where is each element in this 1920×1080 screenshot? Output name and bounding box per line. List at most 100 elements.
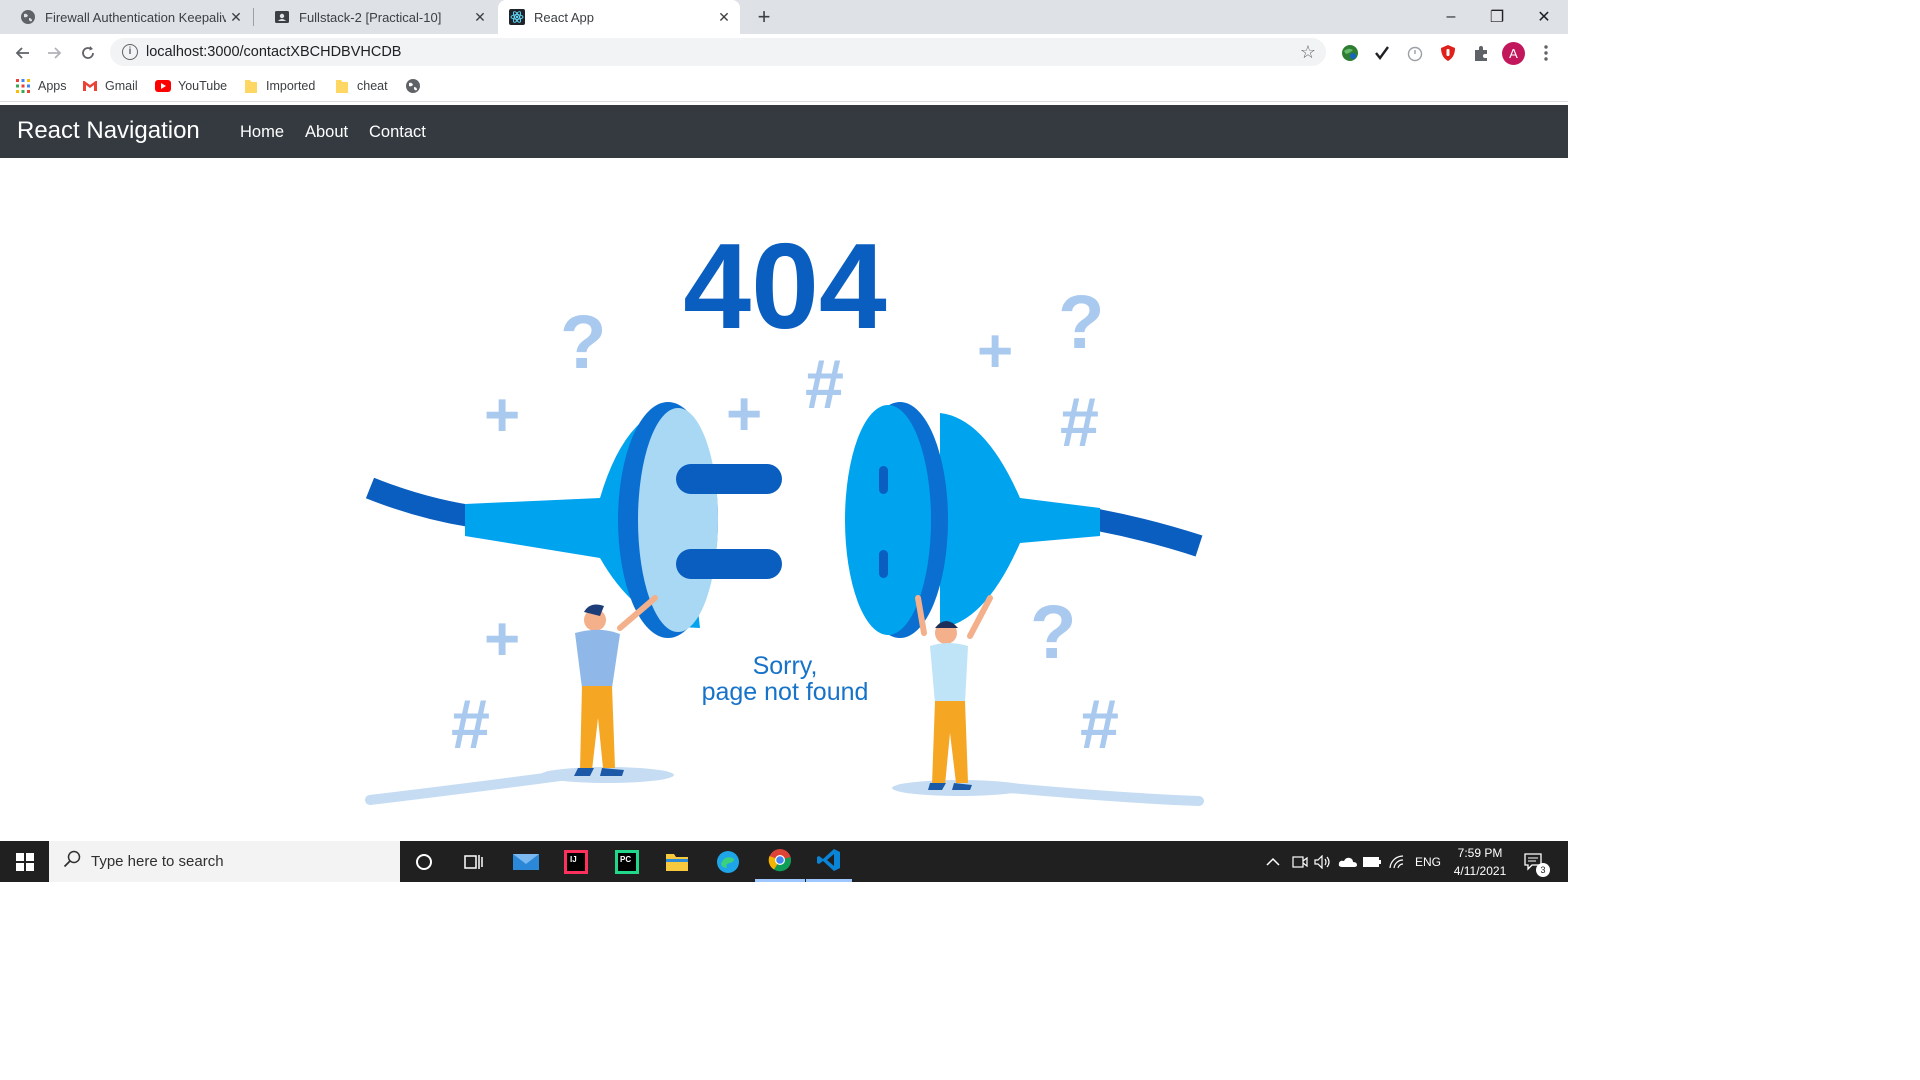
bookmarks-bar: Apps Gmail YouTube Imported cheat [0, 71, 1568, 102]
svg-text:+: + [484, 381, 520, 450]
vscode-icon [817, 849, 840, 871]
bookmark-cheat[interactable]: cheat [334, 76, 388, 96]
clock-date: 4/11/2021 [1453, 864, 1507, 878]
start-button[interactable] [10, 847, 40, 877]
svg-text:?: ? [1030, 590, 1076, 675]
notifications-button[interactable]: 3 [1524, 841, 1550, 882]
globe-icon [20, 9, 36, 25]
svg-text:#: # [451, 685, 490, 763]
error-message-line1: Sorry, [753, 652, 818, 680]
minimize-button[interactable]: – [1428, 0, 1474, 34]
bookmark-imported[interactable]: Imported [243, 76, 315, 96]
tab-firewall[interactable]: Firewall Authentication Keepalive ✕ [0, 0, 252, 34]
arrow-left-icon [15, 47, 29, 59]
meet-now-icon[interactable] [1292, 841, 1308, 882]
menu-kebab-icon[interactable] [1535, 42, 1557, 64]
extension-earth-icon[interactable] [1339, 42, 1361, 64]
extension-check-icon[interactable] [1371, 42, 1393, 64]
taskbar-clock[interactable]: 7:59 PM 4/11/2021 [1448, 844, 1512, 880]
main-content: 404 ? ? ? + + + + # # # # Sorry, page no… [0, 158, 1568, 841]
nav-about[interactable]: About [305, 123, 348, 142]
svg-text:PC: PC [620, 855, 631, 864]
vscode-button[interactable] [806, 841, 852, 882]
tab-title: Firewall Authentication Keepalive [45, 9, 226, 25]
new-tab-button[interactable]: + [752, 4, 776, 30]
notification-count-badge: 3 [1536, 863, 1550, 877]
intellij-icon: IJ [564, 850, 588, 874]
apps-grid-icon [15, 78, 31, 94]
bookmark-gmail[interactable]: Gmail [82, 76, 138, 96]
close-window-button[interactable]: ✕ [1521, 0, 1567, 34]
browser-tab-strip: Firewall Authentication Keepalive ✕ Full… [0, 0, 1568, 34]
close-icon[interactable]: ✕ [714, 9, 734, 26]
close-icon[interactable]: ✕ [226, 9, 246, 26]
edge-button[interactable] [713, 847, 743, 877]
cortana-button[interactable] [409, 847, 439, 877]
extensions-puzzle-icon[interactable] [1470, 42, 1492, 64]
pycharm-button[interactable]: PC [612, 847, 642, 877]
file-explorer-button[interactable] [662, 847, 692, 877]
mail-app-button[interactable] [511, 847, 541, 877]
svg-text:IJ: IJ [570, 855, 577, 864]
svg-text:?: ? [1058, 280, 1104, 365]
svg-text:#: # [805, 345, 844, 423]
search-placeholder: Type here to search [91, 853, 224, 870]
cortana-circle-icon [416, 854, 432, 870]
navbar-brand[interactable]: React Navigation [17, 117, 200, 145]
intellij-button[interactable]: IJ [561, 847, 591, 877]
svg-text:+: + [977, 317, 1013, 386]
chrome-button[interactable] [755, 841, 805, 882]
nav-contact[interactable]: Contact [369, 123, 426, 142]
address-bar[interactable]: i localhost:3000/contactXBCHDBVHCDB ☆ [110, 38, 1326, 66]
react-icon [509, 9, 525, 25]
site-info-icon[interactable]: i [122, 44, 138, 60]
task-view-button[interactable] [459, 847, 489, 877]
reload-button[interactable] [75, 40, 101, 66]
profile-avatar[interactable]: A [1502, 42, 1525, 65]
battery-icon[interactable] [1363, 841, 1381, 882]
wifi-icon[interactable] [1389, 841, 1405, 882]
forward-button[interactable] [42, 40, 68, 66]
tab-title: Fullstack-2 [Practical-10] [299, 9, 442, 25]
pycharm-icon: PC [615, 850, 639, 874]
taskbar-search-box[interactable]: Type here to search [49, 841, 400, 882]
tray-chevron-icon[interactable] [1266, 841, 1280, 882]
arrow-right-icon [48, 47, 62, 59]
chrome-icon [768, 849, 792, 872]
task-view-icon [464, 855, 483, 869]
right-person [915, 595, 993, 790]
bookmark-youtube[interactable]: YouTube [155, 76, 227, 96]
svg-text:#: # [1060, 383, 1099, 461]
folder-icon [243, 78, 259, 94]
bookmark-apps[interactable]: Apps [15, 76, 67, 96]
back-button[interactable] [9, 40, 35, 66]
bookmark-label: YouTube [178, 79, 228, 93]
reload-icon [82, 46, 94, 59]
extension-timer-icon[interactable] [1404, 42, 1426, 64]
tab-fullstack[interactable]: Fullstack-2 [Practical-10] ✕ [254, 0, 496, 34]
bookmark-label: Gmail [105, 79, 138, 93]
svg-text:+: + [726, 380, 762, 449]
mail-icon [513, 854, 539, 870]
svg-text:?: ? [560, 300, 606, 385]
globe-icon [405, 78, 421, 94]
error-code: 404 [683, 218, 887, 354]
contact-card-icon [274, 9, 290, 25]
tab-title: React App [534, 9, 594, 25]
bookmark-label: Apps [38, 79, 67, 93]
left-plug [365, 402, 782, 638]
tab-react-app[interactable]: React App ✕ [498, 0, 740, 34]
extension-shield-icon[interactable] [1437, 42, 1459, 64]
error-message-line2: page not found [702, 678, 869, 706]
language-indicator[interactable]: ENG [1415, 841, 1441, 882]
volume-icon[interactable] [1314, 841, 1332, 882]
bookmark-star-icon[interactable]: ☆ [1300, 42, 1316, 63]
nav-home[interactable]: Home [240, 123, 284, 142]
address-url[interactable]: localhost:3000/contactXBCHDBVHCDB [146, 44, 401, 60]
bookmark-globe[interactable] [405, 76, 428, 96]
onedrive-icon[interactable] [1338, 841, 1358, 882]
maximize-button[interactable]: ❐ [1474, 0, 1520, 34]
app-navbar: React Navigation Home About Contact [0, 105, 1568, 158]
browser-toolbar: i localhost:3000/contactXBCHDBVHCDB ☆ A [0, 34, 1568, 71]
close-icon[interactable]: ✕ [470, 9, 490, 26]
